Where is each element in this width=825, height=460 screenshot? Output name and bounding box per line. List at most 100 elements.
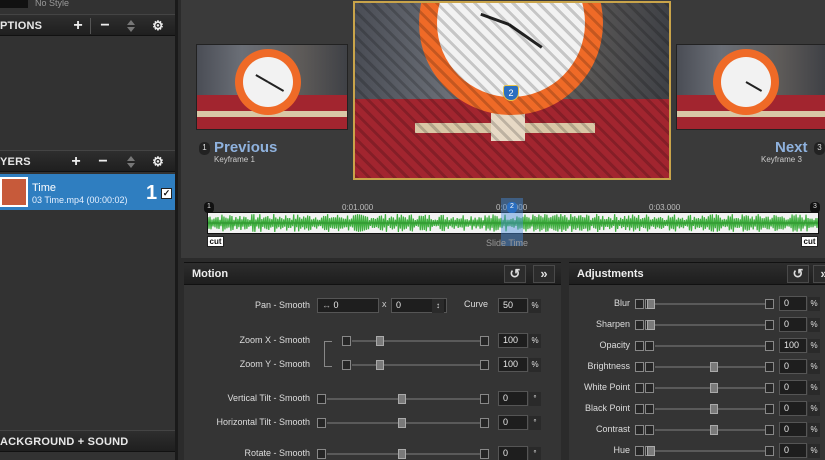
adjustment-slider-track[interactable] (655, 345, 765, 347)
adjustment-slider-max[interactable] (765, 299, 774, 309)
adjustment-keyframe-toggle[interactable] (635, 425, 644, 435)
horizontal-tilt-min[interactable] (317, 418, 326, 428)
adjustment-keyframe-toggle[interactable] (635, 341, 644, 351)
adjustment-keyframe-toggle[interactable] (635, 446, 644, 456)
pan-x-input[interactable]: ↔ 0 (317, 298, 379, 313)
adjustment-row: Contrast 0% (569, 422, 825, 438)
adjustment-row: White Point 0% (569, 380, 825, 396)
remove-option-button[interactable]: − (97, 18, 113, 34)
adjustment-slider-knob[interactable] (710, 425, 718, 435)
adjustment-slider-min[interactable] (645, 404, 654, 414)
adjustment-unit: % (808, 381, 820, 395)
adjustment-value-input[interactable]: 0 (779, 296, 807, 311)
adjustment-value-input[interactable]: 0 (779, 380, 807, 395)
rotate-max[interactable] (480, 449, 489, 459)
adjustment-slider-max[interactable] (765, 425, 774, 435)
vertical-tilt-max[interactable] (480, 394, 489, 404)
adjustment-slider-knob[interactable] (710, 383, 718, 393)
adjustment-value-input[interactable]: 100 (779, 338, 807, 353)
previous-button[interactable]: Previous (214, 139, 277, 156)
horizontal-tilt-knob[interactable] (398, 418, 406, 428)
adjustment-slider-knob[interactable] (647, 446, 655, 456)
adjustment-keyframe-toggle[interactable] (635, 320, 644, 330)
adjustment-keyframe-toggle[interactable] (635, 299, 644, 309)
zoom-x-max[interactable] (480, 336, 489, 346)
cut-right-button[interactable]: cut (801, 236, 818, 247)
background-sound-header[interactable]: ACKGROUND + SOUND (0, 430, 175, 452)
adjustment-slider-max[interactable] (765, 404, 774, 414)
reset-adjustments-icon[interactable]: ↺ (787, 265, 809, 283)
layer-settings-gear-icon[interactable]: ⚙ (150, 154, 166, 170)
zoom-y-max[interactable] (480, 360, 489, 370)
vertical-tilt-min[interactable] (317, 394, 326, 404)
reset-motion-icon[interactable]: ↺ (504, 265, 526, 283)
option-settings-gear-icon[interactable]: ⚙ (150, 18, 166, 34)
pan-y-stepper[interactable]: ↕ (432, 299, 444, 313)
adjustment-value-input[interactable]: 0 (779, 317, 807, 332)
horizontal-tilt-max[interactable] (480, 418, 489, 428)
zoom-y-input[interactable]: 100 (498, 357, 528, 372)
layer-visible-checkbox[interactable]: ✓ (161, 188, 172, 199)
adjustment-keyframe-toggle[interactable] (635, 404, 644, 414)
zoom-x-input[interactable]: 100 (498, 333, 528, 348)
adjustment-slider-min[interactable] (645, 341, 654, 351)
adjustment-slider-knob[interactable] (710, 362, 718, 372)
rotate-min[interactable] (317, 449, 326, 459)
layer-file: 03 Time.mp4 (00:00:02) (32, 195, 128, 205)
adjustment-slider-track[interactable] (655, 450, 765, 452)
adjustment-keyframe-toggle[interactable] (635, 362, 644, 372)
adjustment-slider-max[interactable] (765, 362, 774, 372)
adjustment-slider-min[interactable] (645, 383, 654, 393)
next-button[interactable]: Next (775, 139, 808, 156)
current-keyframe-marker[interactable]: 2 (503, 85, 519, 101)
zoom-x-knob[interactable] (376, 336, 384, 346)
curve-input[interactable]: 50 (498, 298, 528, 313)
adjustment-value-input[interactable]: 0 (779, 422, 807, 437)
adjustment-slider-max[interactable] (765, 446, 774, 456)
add-layer-button[interactable]: + (68, 154, 84, 170)
previous-keyframe-thumbnail[interactable] (196, 44, 348, 130)
zoom-y-min[interactable] (342, 360, 351, 370)
layers-header: YERS + − ⚙ (0, 150, 175, 172)
adjustments-panel: Adjustments ↺ » Blur 0% Sharpen 0% Opacity 10… (569, 262, 825, 460)
zoom-x-min[interactable] (342, 336, 351, 346)
zoom-y-knob[interactable] (376, 360, 384, 370)
style-thumbnail[interactable] (0, 0, 28, 8)
adjustment-slider-min[interactable] (645, 362, 654, 372)
adjustment-slider-track[interactable] (655, 324, 765, 326)
adjustment-slider-max[interactable] (765, 341, 774, 351)
zoom-x-track[interactable] (352, 340, 480, 342)
remove-layer-button[interactable]: − (95, 154, 111, 170)
adjustment-slider-knob[interactable] (647, 320, 655, 330)
reorder-option-icon[interactable] (124, 19, 138, 33)
rotate-unit: ° (529, 447, 541, 460)
adjustment-slider-max[interactable] (765, 320, 774, 330)
reorder-layer-icon[interactable] (124, 155, 138, 169)
vertical-tilt-input[interactable]: 0 (498, 391, 528, 406)
cut-left-button[interactable]: cut (207, 236, 224, 247)
adjustment-value-input[interactable]: 0 (779, 443, 807, 458)
options-title: PTIONS (0, 20, 43, 32)
adjustment-slider-min[interactable] (645, 425, 654, 435)
rotate-input[interactable]: 0 (498, 446, 528, 460)
add-option-button[interactable]: + (70, 18, 86, 34)
rotate-knob[interactable] (398, 449, 406, 459)
adjustment-keyframe-toggle[interactable] (635, 383, 644, 393)
horizontal-tilt-input[interactable]: 0 (498, 415, 528, 430)
timeline[interactable]: 0:01.000 0:02.000 0:03.000 1 3 2 cut cut… (204, 198, 820, 256)
layer-item[interactable]: Time 03 Time.mp4 (00:00:02) 1 ✓ (0, 174, 175, 210)
zoom-y-track[interactable] (352, 364, 480, 366)
adjustment-value-input[interactable]: 0 (779, 401, 807, 416)
adjustment-value-input[interactable]: 0 (779, 359, 807, 374)
adjustment-slider-knob[interactable] (710, 404, 718, 414)
adjustment-slider-knob[interactable] (647, 299, 655, 309)
adjustment-slider-max[interactable] (765, 383, 774, 393)
timeline-current-marker[interactable]: 2 (507, 202, 517, 213)
next-keyframe-marker: 3 (814, 142, 825, 155)
expand-adjustments-icon[interactable]: » (813, 265, 825, 283)
adjustment-slider-track[interactable] (655, 303, 765, 305)
vertical-tilt-knob[interactable] (398, 394, 406, 404)
next-keyframe-thumbnail[interactable] (676, 44, 825, 130)
expand-motion-icon[interactable]: » (533, 265, 555, 283)
background-sound-title: ACKGROUND + SOUND (0, 436, 129, 448)
